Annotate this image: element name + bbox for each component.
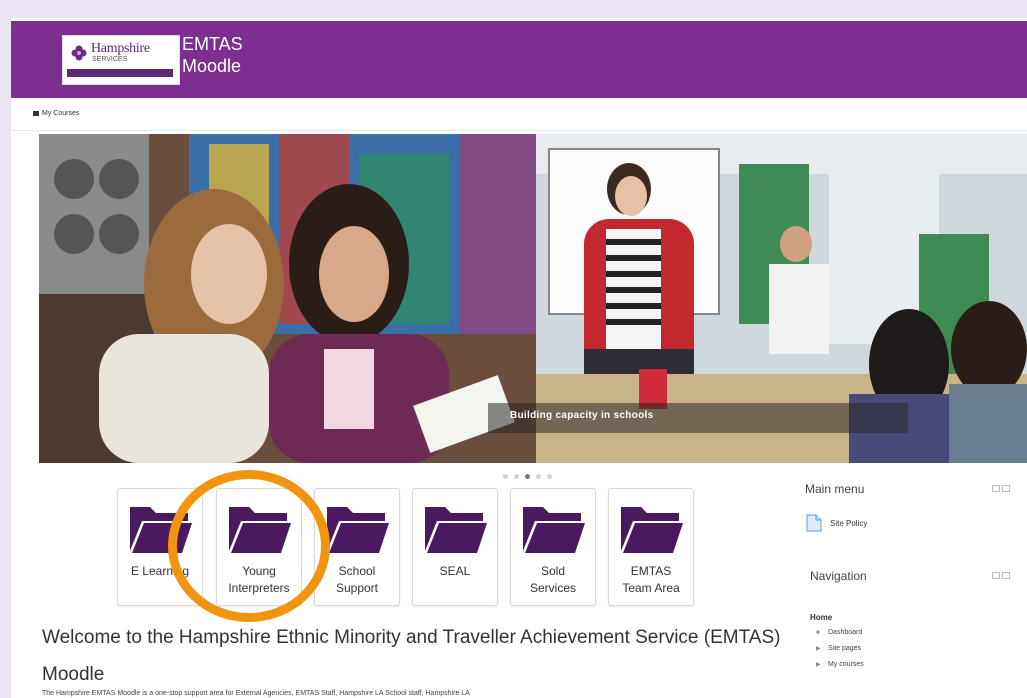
slider-dot[interactable] [525, 474, 530, 479]
nav-item-label: Site pages [828, 645, 862, 652]
category-label: Young Interpreters [228, 564, 290, 595]
nav-item[interactable]: ▶ Site pages [816, 645, 861, 652]
folder-icon [327, 507, 389, 553]
navigation-title: Navigation [810, 569, 867, 583]
category-label: E Learning [130, 564, 190, 578]
slider-pagination [503, 474, 552, 479]
category-tile[interactable]: EMTAS Team Area [608, 488, 694, 606]
nav-item[interactable]: ▶ My courses [816, 661, 864, 668]
welcome-heading: Welcome to the Hampshire Ethnic Minority… [42, 627, 781, 685]
nav-home-link[interactable]: Home [810, 613, 832, 622]
category-label: School Support [335, 564, 379, 595]
nav-bullet-icon: ▶ [816, 662, 821, 668]
slider-dot[interactable] [547, 474, 552, 479]
page-frame-left [0, 0, 11, 698]
page-icon [806, 514, 822, 532]
image-slider[interactable]: Building capacity in schools [39, 134, 1027, 463]
folder-icon [523, 507, 585, 553]
logo-subtitle: SERVICES [92, 56, 128, 63]
category-label: Sold Services [529, 564, 576, 595]
category-label: SEAL [439, 564, 471, 578]
category-label: EMTAS Team Area [622, 564, 680, 595]
logo-name: Hampshire [91, 41, 150, 56]
category-tile[interactable]: Sold Services [510, 488, 596, 606]
hampshire-logo[interactable]: Hampshire SERVICES [62, 35, 180, 85]
folder-icon [130, 507, 192, 553]
site-title-line1: EMTAS [182, 34, 243, 54]
nav-bullet-icon: ▶ [816, 646, 821, 652]
site-header: Hampshire SERVICES EMTAS Moodle [11, 21, 1027, 98]
nav-item-label: My courses [828, 661, 864, 668]
category-tile[interactable]: E Learning [117, 488, 203, 606]
my-courses-label: My Courses [42, 110, 80, 117]
my-courses-link[interactable]: My Courses [33, 110, 79, 117]
main-menu-controls[interactable] [992, 485, 1010, 492]
folder-icon [621, 507, 683, 553]
dock-icon[interactable] [992, 572, 1000, 579]
logo-bar [67, 69, 173, 77]
category-tile[interactable]: SEAL [412, 488, 498, 606]
site-title[interactable]: EMTAS Moodle [182, 33, 243, 77]
slider-dot[interactable] [514, 474, 519, 479]
category-tile[interactable]: Young Interpreters [216, 488, 302, 606]
slider-dot[interactable] [503, 474, 508, 479]
slider-dot[interactable] [536, 474, 541, 479]
site-policy-label: Site Policy [830, 518, 868, 528]
nav-item-label: Dashboard [828, 629, 863, 636]
site-policy-link[interactable]: Site Policy [806, 514, 867, 532]
collapse-icon[interactable] [1002, 572, 1010, 579]
navigation-controls[interactable] [992, 572, 1010, 579]
flower-icon [71, 45, 87, 61]
slide-caption: Building capacity in schools [488, 403, 908, 433]
folder-icon [425, 507, 487, 553]
site-title-line2: Moodle [182, 56, 242, 76]
collapse-icon[interactable] [1002, 485, 1010, 492]
main-menu-title: Main menu [805, 482, 865, 496]
dock-icon[interactable] [992, 485, 1000, 492]
courses-icon [33, 111, 39, 116]
nav-bullet-icon: ■ [816, 629, 820, 636]
welcome-intro: The Hampshire EMTAS Moodle is a one-stop… [42, 690, 470, 697]
custom-menu-bar: My Courses [11, 98, 1027, 131]
category-tile[interactable]: School Support [314, 488, 400, 606]
folder-icon [229, 507, 291, 553]
nav-item[interactable]: ■ Dashboard [816, 629, 862, 636]
